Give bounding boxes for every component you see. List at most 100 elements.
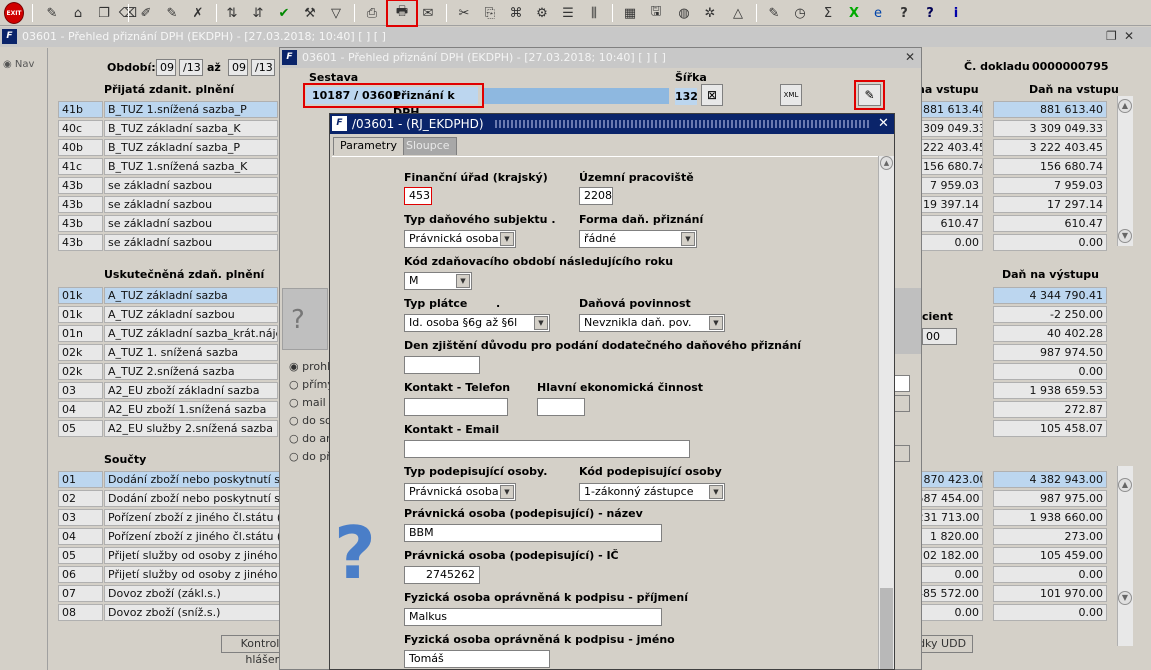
typ-podepisujici-select[interactable]: Právnická osoba ▼: [404, 483, 516, 501]
row-code[interactable]: 07: [58, 585, 103, 602]
row-value-b[interactable]: 3 222 403.45: [993, 139, 1107, 156]
row-value-b[interactable]: 881 613.40: [993, 101, 1107, 118]
row-name[interactable]: B_TUZ základní sazba_K: [104, 120, 278, 137]
row-value-b[interactable]: 987 974.50: [993, 344, 1107, 361]
row-code[interactable]: 02: [58, 490, 103, 507]
row-value-b[interactable]: 987 975.00: [993, 490, 1107, 507]
row-value-b[interactable]: 0.00: [993, 604, 1107, 621]
row-code[interactable]: 05: [58, 420, 103, 437]
row-value-a[interactable]: 156 680.74: [919, 158, 983, 175]
kod-podepisujici-select[interactable]: 1-zákonný zástupce ▼: [579, 483, 725, 501]
row-value-a[interactable]: 19 397.14: [919, 196, 983, 213]
typ-subjektu-select[interactable]: Právnická osoba ▼: [404, 230, 516, 248]
nav-item[interactable]: ◉ Nav: [3, 59, 34, 70]
print-icon[interactable]: ⎙: [362, 3, 382, 23]
financni-urad-field[interactable]: 453: [404, 187, 432, 205]
row-code[interactable]: 01n: [58, 325, 103, 342]
columns-icon[interactable]: ⫼: [584, 3, 604, 23]
kontakt-email-field[interactable]: [404, 440, 690, 458]
row-value-b[interactable]: 156 680.74: [993, 158, 1107, 175]
row-value-b[interactable]: 40 402.28: [993, 325, 1107, 342]
row-name[interactable]: B_TUZ 1.snížená sazba_P: [104, 101, 278, 118]
obdobi-to-month[interactable]: 09: [228, 59, 248, 76]
row-code[interactable]: 08: [58, 604, 103, 621]
save-icon[interactable]: 🖫: [646, 3, 666, 23]
row-code[interactable]: 40b: [58, 139, 103, 156]
hlavni-cinnost-field[interactable]: [537, 398, 585, 416]
output-radio[interactable]: ○ do př: [289, 450, 331, 463]
edit-icon[interactable]: ✐: [136, 3, 156, 23]
row-value-b[interactable]: 17 297.14: [993, 196, 1107, 213]
row-code[interactable]: 04: [58, 528, 103, 545]
copy-icon[interactable]: ❐: [94, 3, 114, 23]
row-value-b[interactable]: 273.00: [993, 528, 1107, 545]
row-code[interactable]: 43b: [58, 196, 103, 213]
row-name[interactable]: A2_EU zboží základní sazba: [104, 382, 278, 399]
chart-icon[interactable]: △: [728, 3, 748, 23]
excel-icon[interactable]: X: [844, 3, 864, 23]
row-code[interactable]: 02k: [58, 363, 103, 380]
row-name[interactable]: se základní sazbou: [104, 234, 278, 251]
output-radio[interactable]: ○ přímý: [289, 378, 334, 391]
edit-params-button[interactable]: ✎: [858, 84, 881, 106]
edit-note-icon[interactable]: ✎: [764, 3, 784, 23]
tab-parametry[interactable]: Parametry: [333, 137, 404, 155]
help-icon[interactable]: ?: [920, 3, 940, 23]
row-value-b[interactable]: -2 250.00: [993, 306, 1107, 323]
row-name[interactable]: A_TUZ 1. snížená sazba: [104, 344, 278, 361]
house-icon[interactable]: ⌂: [68, 3, 88, 23]
po-nazev-field[interactable]: BBM: [404, 524, 662, 542]
row-name[interactable]: A2_EU zboží 1.snížená sazba: [104, 401, 278, 418]
forma-select[interactable]: řádné ▼: [579, 230, 697, 248]
row-value-b[interactable]: 272.87: [993, 401, 1107, 418]
uzemni-pracoviste-field[interactable]: 2208: [579, 187, 613, 205]
obdobi-from-month[interactable]: 09: [156, 59, 176, 76]
sirka-value[interactable]: 132: [675, 88, 698, 105]
output-radio[interactable]: ○ do ar: [289, 432, 331, 445]
row-name[interactable]: A_TUZ základní sazbou: [104, 306, 278, 323]
row-name[interactable]: B_TUZ 1.snížená sazba_K: [104, 158, 278, 175]
close-icon[interactable]: ✕: [1124, 29, 1134, 43]
danova-povinnost-select[interactable]: Nevznikla daň. pov. ▼: [579, 314, 725, 332]
prijata-scrollbar[interactable]: ▲ ▼: [1117, 96, 1133, 246]
paste-icon[interactable]: ⎘: [480, 3, 500, 23]
cut-icon[interactable]: ✂: [454, 3, 474, 23]
add-record-icon[interactable]: ✎: [42, 3, 62, 23]
sestava-field[interactable]: 10187 / 03601 Přiznání k DPH: [306, 87, 478, 119]
scroll-thumb[interactable]: [880, 588, 893, 669]
row-code[interactable]: 43b: [58, 215, 103, 232]
exit-button[interactable]: EXIT: [4, 2, 24, 24]
ie-icon[interactable]: e: [868, 3, 888, 23]
row-value-a[interactable]: 222 403.45: [919, 139, 983, 156]
row-value-b[interactable]: 4 382 943.00: [993, 471, 1107, 488]
row-value-a[interactable]: 881 613.40: [919, 101, 983, 118]
kod-obdobi-select[interactable]: M ▼: [404, 272, 472, 290]
tab-sloupce[interactable]: Sloupce: [399, 137, 457, 155]
row-value-a[interactable]: 0.00: [919, 234, 983, 251]
row-value-b[interactable]: 610.47: [993, 215, 1107, 232]
row-name[interactable]: A_TUZ základní sazba_krát.nájem: [104, 325, 278, 342]
po-ic-field[interactable]: 2745262: [404, 566, 480, 584]
info-icon[interactable]: i: [946, 3, 966, 23]
xml-export-button[interactable]: XML: [780, 84, 802, 106]
row-code[interactable]: 43b: [58, 234, 103, 251]
row-value-b[interactable]: 0.00: [993, 363, 1107, 380]
output-radio[interactable]: ◉ prohlí: [289, 360, 333, 373]
row-code[interactable]: 01k: [58, 306, 103, 323]
row-code[interactable]: 01: [58, 471, 103, 488]
filter-icon[interactable]: ▽: [326, 3, 346, 23]
close-icon[interactable]: ✕: [905, 50, 915, 64]
confirm-icon[interactable]: ✔: [274, 3, 294, 23]
mail-icon[interactable]: ✉: [418, 3, 438, 23]
row-name[interactable]: se základní sazbou: [104, 177, 278, 194]
den-zjisteni-field[interactable]: [404, 356, 480, 374]
row-code[interactable]: 41c: [58, 158, 103, 175]
clear-width-button[interactable]: ⊠: [701, 84, 723, 106]
soucty-scrollbar[interactable]: ▲ ▼: [1117, 466, 1133, 646]
calc-icon[interactable]: ▦: [620, 3, 640, 23]
tools-icon[interactable]: ⚙: [532, 3, 552, 23]
row-code[interactable]: 41b: [58, 101, 103, 118]
row-code[interactable]: 43b: [58, 177, 103, 194]
close-icon[interactable]: ✕: [878, 116, 889, 131]
row-value-b[interactable]: 105 459.00: [993, 547, 1107, 564]
